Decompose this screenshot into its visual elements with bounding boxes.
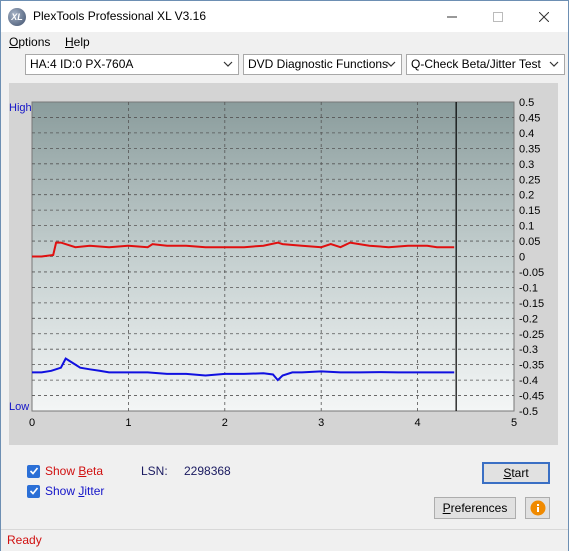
status-text: Ready bbox=[7, 533, 42, 547]
y-tick-label: -0.05 bbox=[519, 267, 544, 279]
y-tick-label: 0.5 bbox=[519, 97, 534, 109]
status-bar: Ready bbox=[1, 529, 568, 551]
close-icon bbox=[539, 11, 549, 22]
toolbar: HA:4 ID:0 PX-760A DVD Diagnostic Functio… bbox=[1, 52, 568, 80]
y-tick-label: 0.45 bbox=[519, 112, 540, 124]
menu-options[interactable]: Options bbox=[9, 35, 50, 49]
low-label: Low bbox=[9, 401, 30, 413]
lsn-value: 2298368 bbox=[184, 464, 231, 478]
maximize-button[interactable] bbox=[475, 1, 521, 32]
minimize-icon bbox=[447, 16, 457, 17]
y-tick-label: -0.15 bbox=[519, 298, 544, 310]
y-tick-label: -0.35 bbox=[519, 360, 544, 372]
show-beta-label: Show Beta bbox=[45, 464, 104, 478]
y-tick-label: -0.5 bbox=[519, 406, 538, 418]
x-tick-label: 4 bbox=[415, 417, 421, 429]
lsn-label: LSN: bbox=[141, 464, 168, 478]
controls-area: Show Beta Show Jitter LSN: 2298368 Start… bbox=[1, 451, 568, 529]
y-tick-label: 0.05 bbox=[519, 236, 540, 248]
y-tick-label: -0.2 bbox=[519, 313, 538, 325]
drive-select-value: HA:4 ID:0 PX-760A bbox=[30, 57, 134, 71]
function-select-value: DVD Diagnostic Functions bbox=[248, 57, 389, 71]
minimize-button[interactable] bbox=[429, 1, 475, 32]
window-title: PlexTools Professional XL V3.16 bbox=[33, 9, 206, 23]
plextools-logo-icon: XL bbox=[8, 8, 26, 26]
preferences-button[interactable]: Preferences bbox=[434, 497, 516, 519]
y-tick-label: -0.25 bbox=[519, 329, 544, 341]
show-jitter-label: Show Jitter bbox=[45, 484, 105, 498]
y-tick-label: -0.3 bbox=[519, 344, 538, 356]
menu-help[interactable]: Help bbox=[65, 35, 90, 49]
x-tick-label: 0 bbox=[29, 417, 35, 429]
y-tick-label: 0.25 bbox=[519, 174, 540, 186]
y-tick-label: 0.35 bbox=[519, 143, 540, 155]
start-button[interactable]: Start bbox=[482, 462, 550, 484]
checkbox-checked-icon bbox=[27, 484, 40, 498]
chevron-down-icon bbox=[223, 61, 233, 67]
close-button[interactable] bbox=[521, 1, 567, 32]
title-bar: XL PlexTools Professional XL V3.16 bbox=[1, 1, 568, 32]
menu-options-mnemonic: O bbox=[9, 35, 19, 49]
function-select[interactable]: DVD Diagnostic Functions bbox=[243, 54, 402, 75]
y-tick-label: 0.2 bbox=[519, 190, 534, 202]
beta-jitter-chart: 0.5 0.45 0.4 0.35 0.3 0.25 0.2 0.15 0.1 0.05 0 -0.0… bbox=[29, 97, 544, 429]
y-tick-label: -0.1 bbox=[519, 282, 538, 294]
y-tick-label: 0.15 bbox=[519, 205, 540, 217]
test-select[interactable]: Q-Check Beta/Jitter Test bbox=[406, 54, 565, 75]
y-tick-label: -0.4 bbox=[519, 375, 538, 387]
x-tick-label: 2 bbox=[222, 417, 228, 429]
high-label: High bbox=[9, 102, 32, 114]
info-icon bbox=[530, 500, 545, 516]
y-tick-label: 0.4 bbox=[519, 128, 534, 140]
x-tick-label: 1 bbox=[125, 417, 131, 429]
maximize-icon bbox=[493, 11, 503, 22]
y-tick-label: 0.1 bbox=[519, 221, 534, 233]
y-tick-label: 0 bbox=[519, 252, 525, 264]
test-select-value: Q-Check Beta/Jitter Test bbox=[411, 57, 541, 71]
menu-bar: Options Help bbox=[1, 32, 568, 52]
menu-help-mnemonic: H bbox=[65, 35, 74, 49]
info-button[interactable] bbox=[525, 497, 550, 519]
x-tick-label: 3 bbox=[318, 417, 324, 429]
chevron-down-icon bbox=[549, 61, 559, 67]
show-jitter-checkbox[interactable]: Show Jitter bbox=[27, 484, 104, 498]
drive-select[interactable]: HA:4 ID:0 PX-760A bbox=[25, 54, 239, 75]
y-tick-label: 0.3 bbox=[519, 159, 534, 171]
app-window: XL PlexTools Professional XL V3.16 Optio… bbox=[0, 0, 569, 551]
chevron-down-icon bbox=[386, 61, 396, 67]
chart-panel: High Low 0.5 0.45 0.4 0.35 0.3 0.25 0.2 0.15 0.1… bbox=[9, 83, 558, 445]
menu-help-label: elp bbox=[73, 35, 90, 49]
menu-options-label: ptions bbox=[18, 35, 51, 49]
x-tick-label: 5 bbox=[511, 417, 517, 429]
show-beta-checkbox[interactable]: Show Beta bbox=[27, 464, 103, 478]
y-tick-label: -0.45 bbox=[519, 391, 544, 403]
checkbox-checked-icon bbox=[27, 464, 40, 478]
